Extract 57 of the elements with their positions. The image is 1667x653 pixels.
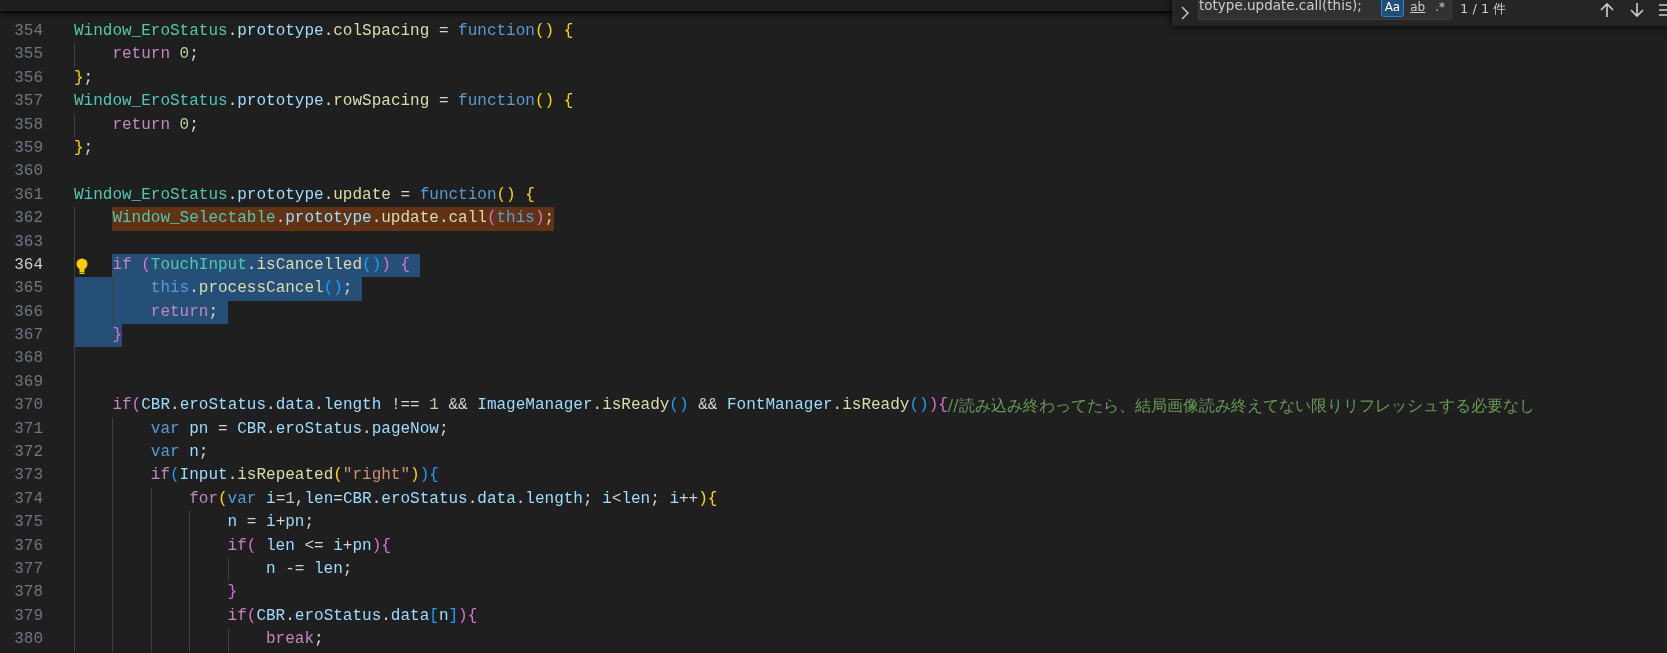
arrow-down-icon[interactable] [1627, 0, 1647, 20]
code-line: }; [74, 67, 94, 89]
line-number: 363 [13, 231, 43, 253]
line-number: 372 [13, 442, 43, 464]
line-number: 378 [13, 582, 43, 604]
code-line: return 0; [74, 113, 199, 137]
line-number: 379 [13, 605, 43, 627]
code-line: var n; [74, 441, 209, 465]
line-number: 367 [13, 325, 43, 347]
code-line: if(CBR.eroStatus.data.length !== 1 && ImageManager.isReady() && FontManager.isReady()){//読み込み終わってたら、結局画像読み終えてない限りリフレッシュする必要なし [74, 394, 1535, 418]
code-line: n = i+pn; [74, 511, 315, 535]
line-number: 356 [13, 67, 43, 89]
match-count: 1 / 1 件 [1460, 0, 1507, 18]
code-line: Window_EroStatus.prototype.colSpacing = function() { [74, 21, 574, 42]
line-number: 362 [13, 208, 43, 230]
line-number: 365 [13, 278, 43, 300]
code-line: return 0; [74, 43, 199, 67]
code-line: } [74, 581, 238, 605]
code-line: this.processCancel(); [74, 277, 363, 301]
line-number: 357 [13, 91, 43, 113]
line-number: 380 [13, 629, 43, 651]
match-case-toggle[interactable]: Aa [1380, 0, 1405, 17]
line-number: 369 [13, 371, 43, 393]
code-line: Window_EroStatus.prototype.rowSpacing = function() { [74, 91, 574, 113]
code-line: Window_Selectable.prototype.update.call(this); [74, 207, 555, 231]
line-number: 360 [13, 161, 43, 183]
code-line: if(Input.isRepeated("right")){ [74, 464, 439, 488]
line-number: 370 [13, 395, 43, 417]
code-line: for(var i=1,len=CBR.eroStatus.data.length; i<len; i++){ [74, 487, 718, 512]
line-number: 376 [13, 535, 43, 557]
code-line: if( len <= i+pn){ [74, 534, 391, 558]
line-number: 368 [13, 348, 43, 370]
line-number: 373 [13, 465, 43, 487]
find-input-field[interactable]: totype.update.call(this); Aa ab .* [1198, 0, 1452, 20]
code-line: }; [74, 137, 94, 159]
whole-word-toggle[interactable]: ab [1406, 0, 1430, 17]
line-number: 366 [13, 301, 43, 323]
code-line: break; [74, 628, 324, 652]
line-number: 377 [13, 559, 43, 580]
code-line: if (TouchInput.isCancelled()) { [74, 253, 420, 278]
lightbulb-icon[interactable] [76, 257, 88, 274]
line-number: 374 [13, 488, 43, 510]
line-number: 358 [13, 114, 43, 136]
code-line: } [74, 324, 122, 348]
line-number: 364 [13, 254, 43, 276]
line-number: 355 [13, 44, 43, 66]
code-line: n -= len; [74, 558, 353, 582]
code-line: if(CBR.eroStatus.data[n]){ [74, 604, 478, 629]
line-number: 361 [13, 184, 43, 206]
line-number: 359 [13, 137, 43, 159]
code-line: var pn = CBR.eroStatus.pageNow; [74, 417, 449, 442]
code-line: Window_EroStatus.prototype.update = function() { [74, 184, 535, 206]
code-line: return; [74, 300, 228, 325]
line-number: 371 [13, 418, 43, 440]
regex-toggle[interactable]: .* [1431, 0, 1449, 17]
line-number: 354 [13, 21, 43, 42]
line-number: 375 [13, 512, 43, 534]
